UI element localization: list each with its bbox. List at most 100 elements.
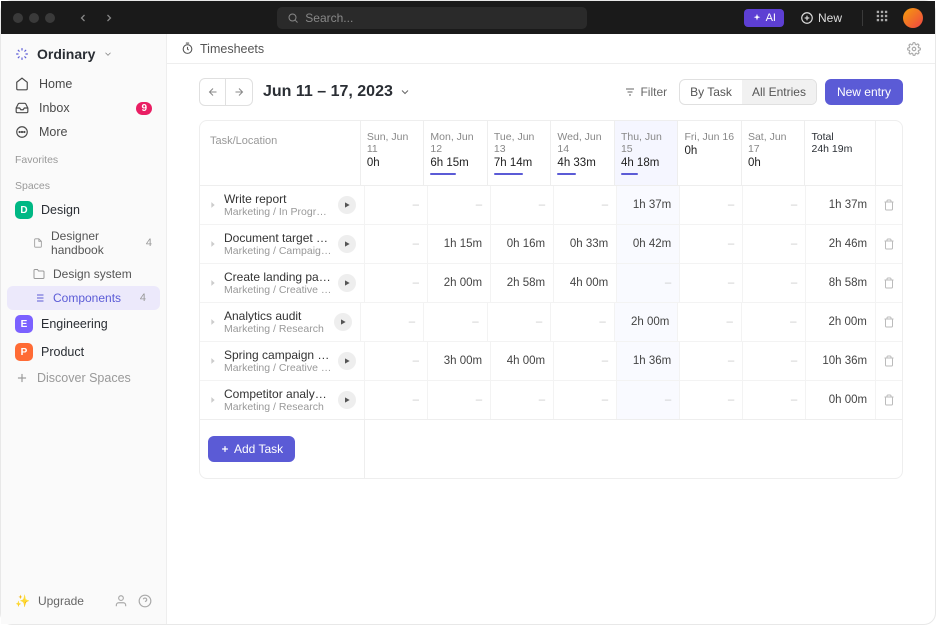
delete-button[interactable] [875,186,902,224]
time-cell[interactable]: – [427,186,490,224]
filter-button[interactable]: Filter [620,85,671,99]
time-cell[interactable]: 0h 42m [616,225,679,263]
space-design[interactable]: D Design [1,196,166,224]
task-info[interactable]: Analytics audit Marketing / Research [224,309,328,335]
time-cell[interactable]: 2h 00m [427,264,490,302]
back-button[interactable] [71,6,95,30]
next-week-button[interactable] [226,79,252,105]
space-sub-handbook[interactable]: Designer handbook 4 [1,224,166,262]
time-cell[interactable]: – [553,381,616,419]
time-cell[interactable]: – [616,264,679,302]
space-sub-components[interactable]: Components 4 [7,286,160,310]
close-dot[interactable] [13,13,23,23]
time-cell[interactable]: – [487,303,551,341]
time-cell[interactable]: – [679,186,742,224]
seg-all-entries[interactable]: All Entries [742,80,816,104]
col-day-0[interactable]: Sun, Jun 110h [360,121,424,185]
time-cell[interactable]: – [364,381,427,419]
play-button[interactable] [334,313,352,331]
help-icon[interactable] [138,594,152,608]
col-day-1[interactable]: Mon, Jun 126h 15m [423,121,487,185]
space-engineering[interactable]: E Engineering [1,310,166,338]
seg-by-task[interactable]: By Task [680,80,742,104]
col-day-5[interactable]: Fri, Jun 160h [677,121,741,185]
person-icon[interactable] [114,594,128,608]
date-range[interactable]: Jun 11 – 17, 2023 [263,83,411,101]
play-button[interactable] [338,391,356,409]
delete-button[interactable] [875,342,902,380]
time-cell[interactable]: – [423,303,487,341]
time-cell[interactable]: – [679,342,742,380]
time-cell[interactable]: 2h 00m [614,303,678,341]
time-cell[interactable]: 1h 36m [616,342,679,380]
time-cell[interactable]: – [742,264,805,302]
delete-button[interactable] [875,225,902,263]
delete-button[interactable] [875,264,902,302]
ai-button[interactable]: AI [744,9,784,27]
time-cell[interactable]: – [364,186,427,224]
nav-inbox[interactable]: Inbox 9 [1,96,166,120]
time-cell[interactable]: – [360,303,424,341]
minimize-dot[interactable] [29,13,39,23]
delete-button[interactable] [875,381,902,419]
time-cell[interactable]: – [427,381,490,419]
time-cell[interactable]: 0h 33m [553,225,616,263]
task-info[interactable]: Create landing page Marketing / Creative… [224,270,332,296]
maximize-dot[interactable] [45,13,55,23]
time-cell[interactable]: – [550,303,614,341]
time-cell[interactable]: 4h 00m [553,264,616,302]
col-day-6[interactable]: Sat, Jun 170h [741,121,805,185]
time-cell[interactable]: – [679,264,742,302]
time-cell[interactable]: 3h 00m [427,342,490,380]
chevron-right-icon[interactable] [208,317,218,327]
task-info[interactable]: Spring campaign imag... Marketing / Crea… [224,348,332,374]
discover-spaces[interactable]: Discover Spaces [1,366,166,390]
chevron-right-icon[interactable] [208,200,218,210]
nav-home[interactable]: Home [1,72,166,96]
time-cell[interactable]: – [679,225,742,263]
new-entry-button[interactable]: New entry [825,79,903,105]
time-cell[interactable]: 0h 16m [490,225,553,263]
task-info[interactable]: Document target users Marketing / Campai… [224,231,332,257]
time-cell[interactable]: – [364,264,427,302]
avatar[interactable] [903,8,923,28]
time-cell[interactable]: – [490,381,553,419]
time-cell[interactable]: 1h 37m [616,186,679,224]
new-button[interactable]: New [792,11,850,25]
time-cell[interactable]: – [553,186,616,224]
play-button[interactable] [338,235,356,253]
time-cell[interactable]: – [742,381,805,419]
gear-icon[interactable] [907,42,921,56]
col-day-3[interactable]: Wed, Jun 144h 33m [550,121,614,185]
time-cell[interactable]: 2h 58m [490,264,553,302]
delete-button[interactable] [875,303,902,341]
chevron-right-icon[interactable] [208,278,218,288]
time-cell[interactable]: – [616,381,679,419]
play-button[interactable] [338,196,356,214]
search-input[interactable]: Search... [277,7,587,29]
apps-grid-icon[interactable] [875,9,889,26]
task-info[interactable]: Competitor analysis doc Marketing / Rese… [224,387,332,413]
task-info[interactable]: Write report Marketing / In Progress [224,192,332,218]
time-cell[interactable]: 4h 00m [490,342,553,380]
time-cell[interactable]: – [677,303,741,341]
time-cell[interactable]: – [742,186,805,224]
time-cell[interactable]: – [553,342,616,380]
chevron-right-icon[interactable] [208,356,218,366]
time-cell[interactable]: – [742,225,805,263]
play-button[interactable] [338,352,356,370]
add-task-button[interactable]: Add Task [208,436,295,462]
chevron-right-icon[interactable] [208,395,218,405]
play-button[interactable] [338,274,356,292]
forward-button[interactable] [97,6,121,30]
col-day-2[interactable]: Tue, Jun 137h 14m [487,121,551,185]
space-sub-design-system[interactable]: Design system [1,262,166,286]
space-product[interactable]: P Product [1,338,166,366]
time-cell[interactable]: – [742,342,805,380]
time-cell[interactable]: 1h 15m [427,225,490,263]
time-cell[interactable]: – [364,225,427,263]
col-day-4[interactable]: Thu, Jun 154h 18m [614,121,678,185]
workspace-switcher[interactable]: Ordinary [1,42,166,72]
time-cell[interactable]: – [490,186,553,224]
time-cell[interactable]: – [364,342,427,380]
